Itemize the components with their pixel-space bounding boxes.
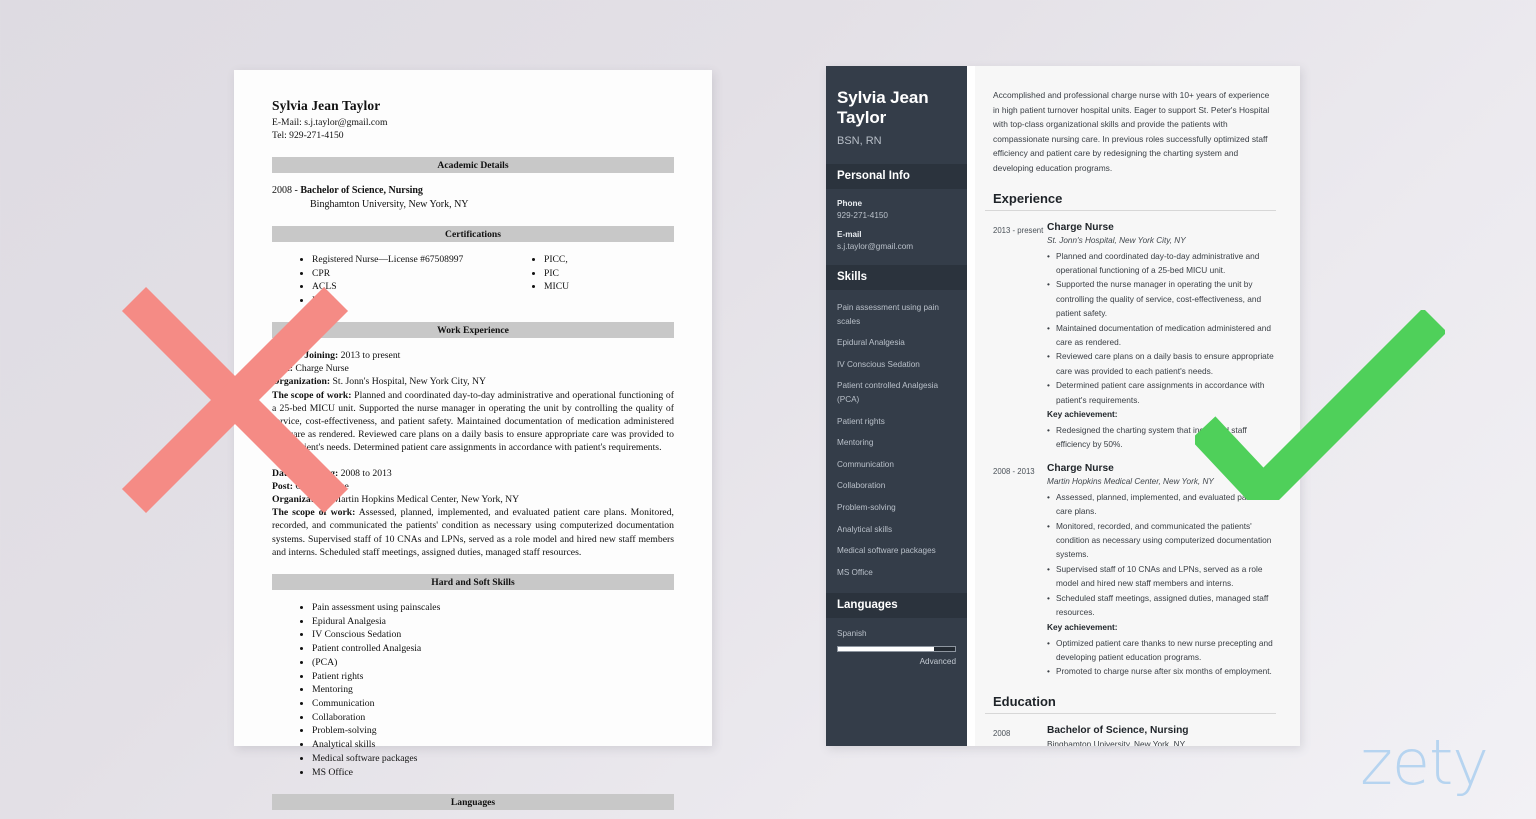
- list-item: Collaboration: [312, 711, 674, 725]
- list-item: IV Conscious Sedation: [312, 628, 674, 642]
- list-item: Problem-solving: [837, 502, 896, 512]
- good-experience-role: Charge Nurse: [1047, 221, 1114, 233]
- bad-job-org-value: St. Jonn's Hospital, New York City, NY: [330, 376, 486, 388]
- sidebar-personal-info-body: Phone 929-271-4150 E-mail s.j.taylor@gma…: [826, 199, 967, 265]
- list-item: Analytical skills: [312, 738, 674, 752]
- good-education-year: 2008: [993, 728, 1011, 738]
- good-resume-sidebar: Sylvia Jean Taylor BSN, RN Personal Info…: [826, 66, 967, 746]
- language-proficiency-fill: [838, 647, 934, 652]
- language-name: Spanish: [837, 629, 867, 639]
- sidebar-section-skills: Skills: [826, 265, 967, 290]
- bad-education-school: Binghamton University, New York, NY: [310, 198, 469, 210]
- good-candidate-credentials: BSN, RN: [837, 135, 882, 147]
- red-x-mark-icon: [120, 285, 350, 515]
- bad-education-line: 2008 - Bachelor of Science, Nursing: [272, 184, 674, 198]
- list-item: Medical software packages: [312, 752, 674, 766]
- bad-candidate-name: Sylvia Jean Taylor: [272, 98, 381, 113]
- bad-contact-phone: Tel: 929-271-4150: [272, 130, 344, 142]
- good-section-education: Education: [985, 694, 1276, 714]
- good-education-degree: Bachelor of Science, Nursing: [1047, 724, 1189, 736]
- list-item: Pain assessment using painscales: [312, 601, 674, 615]
- good-experience-bullets: Assessed, planned, implemented, and eval…: [1047, 490, 1276, 620]
- sidebar-skills-body: Pain assessment using pain scales Epidur…: [826, 301, 967, 593]
- list-item: Collaboration: [837, 481, 886, 491]
- list-item: Monitored, recorded, and communicated th…: [1047, 519, 1276, 562]
- email-label: E-mail: [837, 230, 862, 239]
- phone-label: Phone: [837, 199, 863, 208]
- bad-section-certifications: Certifications: [272, 226, 674, 243]
- list-item: Optimized patient care thanks to new nur…: [1047, 636, 1276, 665]
- list-item: Promoted to charge nurse after six month…: [1047, 664, 1276, 679]
- list-item: Problem-solving: [312, 724, 674, 738]
- bad-section-skills: Hard and Soft Skills: [272, 574, 674, 591]
- bad-education-year: 2008 -: [272, 185, 301, 197]
- list-item: Planned and coordinated day-to-day admin…: [1047, 249, 1276, 278]
- zety-logo: zety: [1360, 726, 1489, 799]
- email-value: s.j.taylor@gmail.com: [837, 242, 914, 251]
- list-item: Mentoring: [837, 438, 874, 448]
- list-item: Communication: [312, 697, 674, 711]
- list-item: Pain assessment using pain scales: [837, 303, 939, 326]
- bad-section-academic-details: Academic Details: [272, 157, 674, 174]
- sidebar-section-languages: Languages: [826, 593, 967, 619]
- bad-skills-list: Pain assessment using painscales Epidura…: [272, 601, 674, 779]
- list-item: MS Office: [837, 567, 873, 577]
- list-item: Epidural Analgesia: [837, 338, 905, 348]
- language-proficiency-bar: [837, 646, 956, 653]
- bad-section-languages: Languages: [272, 794, 674, 811]
- bad-certifications-column-2: PICC, PIC MICU: [526, 253, 569, 307]
- list-item: Mentoring: [312, 683, 674, 697]
- list-item: Patient rights: [312, 670, 674, 684]
- list-item: CPR: [312, 267, 526, 280]
- list-item: IV Conscious Sedation: [837, 359, 920, 369]
- good-experience-date: 2008 - 2013: [993, 466, 1035, 476]
- language-level: Advanced: [919, 657, 956, 667]
- good-achievement-bullets: Optimized patient care thanks to new nur…: [1047, 636, 1276, 680]
- sidebar-languages-body: Spanish Advanced: [826, 629, 967, 666]
- list-item: Patient controlled Analgesia: [312, 642, 674, 656]
- good-education-entry: 2008 Bachelor of Science, Nursing Bingha…: [985, 725, 1276, 746]
- list-item: MS Office: [312, 766, 674, 780]
- list-item: Patient controlled Analgesia (PCA): [837, 381, 939, 404]
- list-item: Analytical skills: [837, 524, 893, 534]
- good-education-body: Bachelor of Science, Nursing Binghamton …: [1047, 725, 1276, 746]
- list-item: PICC,: [544, 253, 569, 266]
- list-item: Epidural Analgesia: [312, 615, 674, 629]
- list-item: Registered Nurse—License #67508997: [312, 253, 526, 266]
- list-item: Communication: [837, 459, 894, 469]
- good-key-achievement-label: Key achievement:: [1047, 621, 1118, 632]
- list-item: Medical software packages: [837, 546, 936, 556]
- list-item: Supervised staff of 10 CNAs and LPNs, se…: [1047, 562, 1276, 591]
- phone-value: 929-271-4150: [837, 211, 888, 220]
- good-experience-date: 2013 - present: [993, 225, 1044, 235]
- list-item: Scheduled staff meetings, assigned dutie…: [1047, 591, 1276, 620]
- green-check-mark-icon: [1190, 307, 1448, 517]
- good-summary: Accomplished and professional charge nur…: [993, 90, 1270, 173]
- good-candidate-name: Sylvia Jean Taylor: [837, 88, 929, 127]
- list-item: Patient rights: [837, 416, 885, 426]
- good-experience-org: St. Jonn's Hospital, New York City, NY: [1047, 235, 1186, 245]
- sidebar-section-personal-info: Personal Info: [826, 164, 967, 189]
- list-item: (PCA): [312, 656, 674, 670]
- list-item: PIC: [544, 267, 569, 280]
- sidebar-divider: [967, 66, 975, 746]
- bad-job-org-value: Martin Hopkins Medical Center, New York,…: [330, 494, 520, 506]
- sidebar-header: Sylvia Jean Taylor BSN, RN: [826, 66, 967, 164]
- good-section-experience: Experience: [985, 191, 1276, 211]
- good-education-school: Binghamton University, New York, NY: [1047, 738, 1186, 746]
- bad-education-degree: Bachelor of Science, Nursing: [300, 185, 423, 197]
- bad-contact-email: E-Mail: s.j.taylor@gmail.com: [272, 117, 388, 128]
- list-item: MICU: [544, 280, 569, 293]
